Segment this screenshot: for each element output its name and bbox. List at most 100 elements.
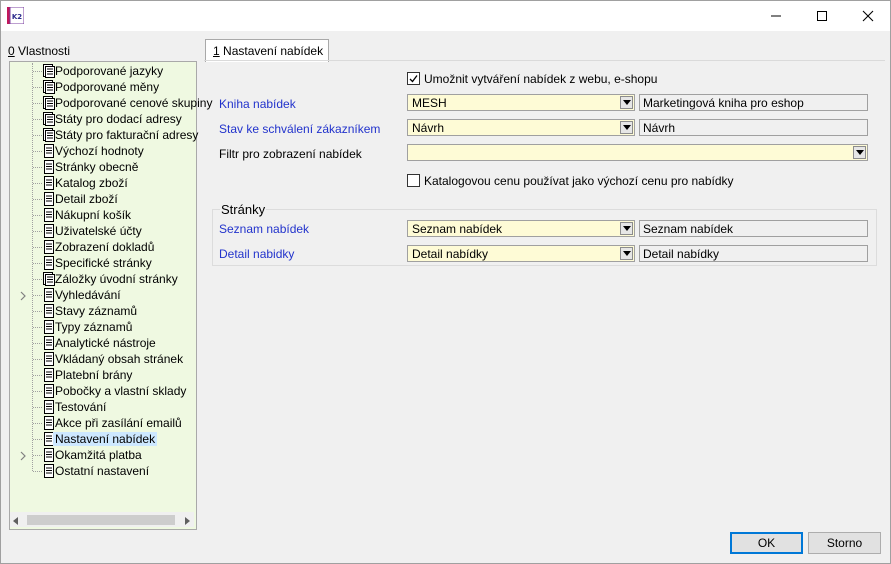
tree-item-label: Akce při zasílání emailů: [55, 416, 182, 430]
scroll-right-icon[interactable]: [183, 515, 191, 529]
tree-item[interactable]: Nákupní košík: [10, 207, 196, 223]
tree-connector: [33, 407, 42, 408]
properties-hotkey: 0: [8, 44, 15, 58]
tree-item-label: Testování: [55, 400, 107, 414]
tree-item[interactable]: Ostatní nastavení: [10, 463, 196, 479]
tree-item[interactable]: Uživatelské účty: [10, 223, 196, 239]
tree-item-label: Nastavení nabídek: [53, 432, 158, 446]
tree-item[interactable]: Zobrazení dokladů: [10, 239, 196, 255]
tree-item-label: Uživatelské účty: [55, 224, 142, 238]
tree-item[interactable]: Výchozí hodnoty: [10, 143, 196, 159]
minimize-button[interactable]: [753, 0, 799, 31]
tree-item-label: Analytické nástroje: [55, 336, 156, 350]
tree-item[interactable]: Podporované měny: [10, 79, 196, 95]
tree-item[interactable]: Testování: [10, 399, 196, 415]
approval-state-label[interactable]: Stav ke schválení zákazníkem: [219, 122, 380, 136]
tree-item[interactable]: Vkládaný obsah stránek: [10, 351, 196, 367]
tree-item[interactable]: Stavy záznamů: [10, 303, 196, 319]
tree-connector: [33, 151, 42, 152]
tree-item[interactable]: Platební brány: [10, 367, 196, 383]
title-bar: K2: [0, 0, 891, 31]
tree-item[interactable]: Státy pro dodací adresy: [10, 111, 196, 127]
scroll-left-icon[interactable]: [12, 515, 20, 529]
tree-item[interactable]: Specifické stránky: [10, 255, 196, 271]
tree-item-label: Podporované jazyky: [55, 64, 164, 78]
close-icon: [862, 10, 874, 21]
chevron-down-icon[interactable]: [620, 247, 633, 260]
tree-item[interactable]: Stránky obecně: [10, 159, 196, 175]
tree-connector: [33, 423, 42, 424]
tree-item-label: Zobrazení dokladů: [55, 240, 155, 254]
tree-connector: [33, 183, 42, 184]
scrollbar-thumb[interactable]: [27, 515, 175, 525]
offer-detail-label[interactable]: Detail nabidky: [219, 247, 294, 261]
tree-item[interactable]: Pobočky a vlastní sklady: [10, 383, 196, 399]
properties-panel-title: 0 Vlastnosti: [8, 44, 70, 58]
chevron-right-icon[interactable]: [19, 290, 27, 301]
tree-item[interactable]: Nastavení nabídek: [10, 431, 196, 447]
offer-detail-value: Detail nabídky: [412, 247, 489, 261]
tree-item[interactable]: Podporované cenové skupiny: [10, 95, 212, 111]
tree-item[interactable]: Podporované jazyky: [10, 63, 196, 79]
chevron-down-icon[interactable]: [853, 146, 866, 159]
tree-connector: [33, 71, 42, 72]
tree-connector: [33, 103, 42, 104]
tree-item[interactable]: Okamžitá platba: [10, 447, 196, 463]
maximize-button[interactable]: [799, 0, 845, 31]
tab-hotkey: 1: [213, 44, 220, 58]
tree-connector: [33, 391, 42, 392]
properties-tree[interactable]: Podporované jazyky Podporované měny Podpor…: [9, 61, 212, 530]
tree-item[interactable]: Detail zboží: [10, 191, 196, 207]
tree-item[interactable]: Vyhledávání: [10, 287, 196, 303]
tab-offer-settings[interactable]: 1 Nastavení nabídek: [205, 39, 329, 62]
logo-text: K2: [12, 13, 22, 21]
tree-connector: [33, 455, 42, 456]
tree-item-label: Katalog zboží: [55, 176, 128, 190]
tree-connector: [33, 279, 42, 280]
tree-horizontal-scrollbar[interactable]: [10, 512, 194, 527]
tree-connector: [33, 311, 42, 312]
offer-list-label[interactable]: Seznam nabídek: [219, 222, 309, 236]
allow-offers-checkbox[interactable]: [407, 72, 420, 85]
tree-item-label: Vyhledávání: [55, 288, 121, 302]
tree-item-label: Státy pro dodací adresy: [55, 112, 182, 126]
tree-item[interactable]: Katalog zboží: [10, 175, 196, 191]
filter-select[interactable]: [407, 144, 868, 161]
tree-connector: [33, 87, 42, 88]
close-button[interactable]: [845, 0, 891, 31]
offer-detail-select[interactable]: Detail nabídky: [407, 245, 635, 262]
ok-button[interactable]: OK: [730, 532, 803, 554]
catalog-price-checkbox[interactable]: [407, 174, 420, 187]
tree-item-label: Typy záznamů: [55, 320, 133, 334]
tree-item-label: Vkládaný obsah stránek: [55, 352, 184, 366]
approval-state-select[interactable]: Návrh: [407, 119, 635, 136]
chevron-down-icon[interactable]: [620, 96, 633, 109]
tree-item[interactable]: Analytické nástroje: [10, 335, 196, 351]
tab-label-text: Nastavení nabídek: [219, 44, 324, 58]
tree-connector: [33, 295, 42, 296]
chevron-right-icon[interactable]: [19, 450, 27, 461]
tree-connector: [33, 167, 42, 168]
tree-item-label: Nákupní košík: [55, 208, 132, 222]
tree-item-label: Výchozí hodnoty: [55, 144, 144, 158]
tree-connector: [33, 359, 42, 360]
tree-item[interactable]: Akce při zasílání emailů: [10, 415, 196, 431]
offer-book-label[interactable]: Kniha nabídek: [219, 97, 296, 111]
tree-item[interactable]: Záložky úvodní stránky: [10, 271, 196, 287]
tab-divider: [204, 60, 885, 61]
offer-list-select[interactable]: Seznam nabídek: [407, 220, 635, 237]
tree-connector: [33, 135, 42, 136]
cancel-button[interactable]: Storno: [808, 532, 881, 554]
minimize-icon: [771, 15, 781, 16]
chevron-down-icon[interactable]: [620, 222, 633, 235]
offer-book-select[interactable]: MESH: [407, 94, 635, 111]
maximize-icon: [817, 10, 827, 21]
chevron-down-icon[interactable]: [620, 121, 633, 134]
tree-connector: [33, 439, 42, 440]
tree-item[interactable]: Typy záznamů: [10, 319, 196, 335]
tree-item[interactable]: Státy pro fakturační adresy: [10, 127, 198, 143]
tree-item-label: Stránky obecně: [55, 160, 139, 174]
offer-book-description: Marketingová kniha pro eshop: [639, 94, 868, 111]
tree-connector: [33, 375, 42, 376]
tree-item-label: Ostatní nastavení: [55, 464, 150, 478]
